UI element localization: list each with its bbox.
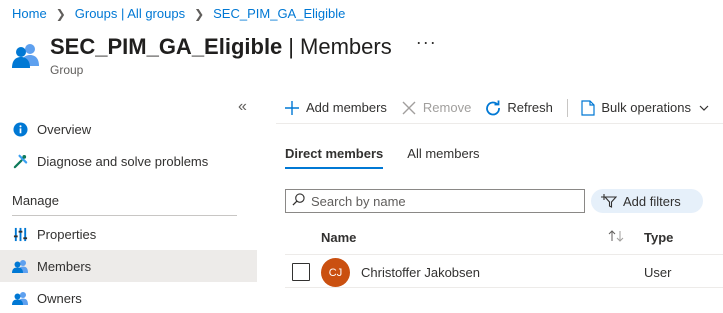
document-icon [581,99,595,116]
remove-label: Remove [422,100,472,115]
sliders-icon [12,226,28,242]
toolbar-divider [566,98,568,117]
breadcrumb-all-groups[interactable]: Groups | All groups [75,6,185,21]
breadcrumb-home[interactable]: Home [12,6,47,21]
filter-icon [601,194,617,208]
add-members-button[interactable]: Add members [284,100,387,116]
chevron-down-icon [699,100,709,115]
tab-direct-members[interactable]: Direct members [285,146,384,169]
sidebar-item-label: Owners [37,290,82,306]
sidebar-item-owners[interactable]: Owners [0,282,257,313]
sidebar-item-label: Members [37,258,92,274]
info-icon [12,121,28,137]
page-subtitle: Group [50,63,84,77]
people-icon [12,290,28,306]
chevron-right-icon: ❯ [194,6,205,21]
sidebar-item-overview[interactable]: Overview [0,113,257,145]
more-options-icon[interactable]: ··· [416,32,437,53]
breadcrumb-group[interactable]: SEC_PIM_GA_Eligible [213,6,345,21]
row-checkbox[interactable] [292,263,310,281]
sidebar-item-label: Overview [37,121,92,137]
add-filters-label: Add filters [623,193,681,209]
sidebar-item-diagnose[interactable]: Diagnose and solve problems [0,145,257,177]
chevron-right-icon: ❯ [55,6,66,21]
remove-button[interactable]: Remove [401,100,471,116]
plus-icon [284,100,300,116]
refresh-button[interactable]: Refresh [485,100,553,116]
member-type: User [644,265,672,280]
search-box [285,189,585,213]
bulk-operations-button[interactable]: Bulk operations [581,99,709,116]
add-members-label: Add members [306,100,387,115]
search-icon [292,193,305,209]
people-icon [12,258,28,274]
tab-all-members[interactable]: All members [407,146,479,169]
search-input[interactable] [311,193,571,209]
close-icon [401,100,417,116]
sort-icon[interactable] [608,230,624,245]
avatar: CJ [321,258,350,287]
refresh-icon [485,100,501,116]
title-separator: | [288,34,295,59]
breadcrumb: Home ❯ Groups | All groups ❯ SEC_PIM_GA_… [12,6,345,21]
member-name[interactable]: Christoffer Jakobsen [361,265,480,280]
group-icon [12,40,40,68]
sidebar-item-label: Diagnose and solve problems [37,153,209,169]
table-row[interactable]: CJ Christoffer Jakobsen User [285,256,723,288]
add-filters-button[interactable]: Add filters [591,189,703,213]
member-tabs: Direct members All members [285,146,504,169]
sidebar-item-properties[interactable]: Properties [0,218,257,250]
page-header: SEC_PIM_GA_Eligible | Members ··· Group [12,32,437,77]
wrench-icon [12,153,28,169]
bulk-operations-label: Bulk operations [601,100,691,115]
table-header-divider [285,254,723,255]
column-header-type[interactable]: Type [644,230,673,245]
page-title: SEC_PIM_GA_Eligible [50,34,283,59]
refresh-label: Refresh [507,100,553,115]
sidebar-item-label: Properties [37,226,97,242]
sidebar-section-manage: Manage [12,193,59,208]
column-header-name[interactable]: Name [321,230,356,245]
page-section-title: Members [300,34,392,59]
sidebar-item-members[interactable]: Members [0,250,257,282]
section-divider [12,215,237,216]
command-bar: Add members Remove Refresh Bulk operatio… [276,92,723,124]
